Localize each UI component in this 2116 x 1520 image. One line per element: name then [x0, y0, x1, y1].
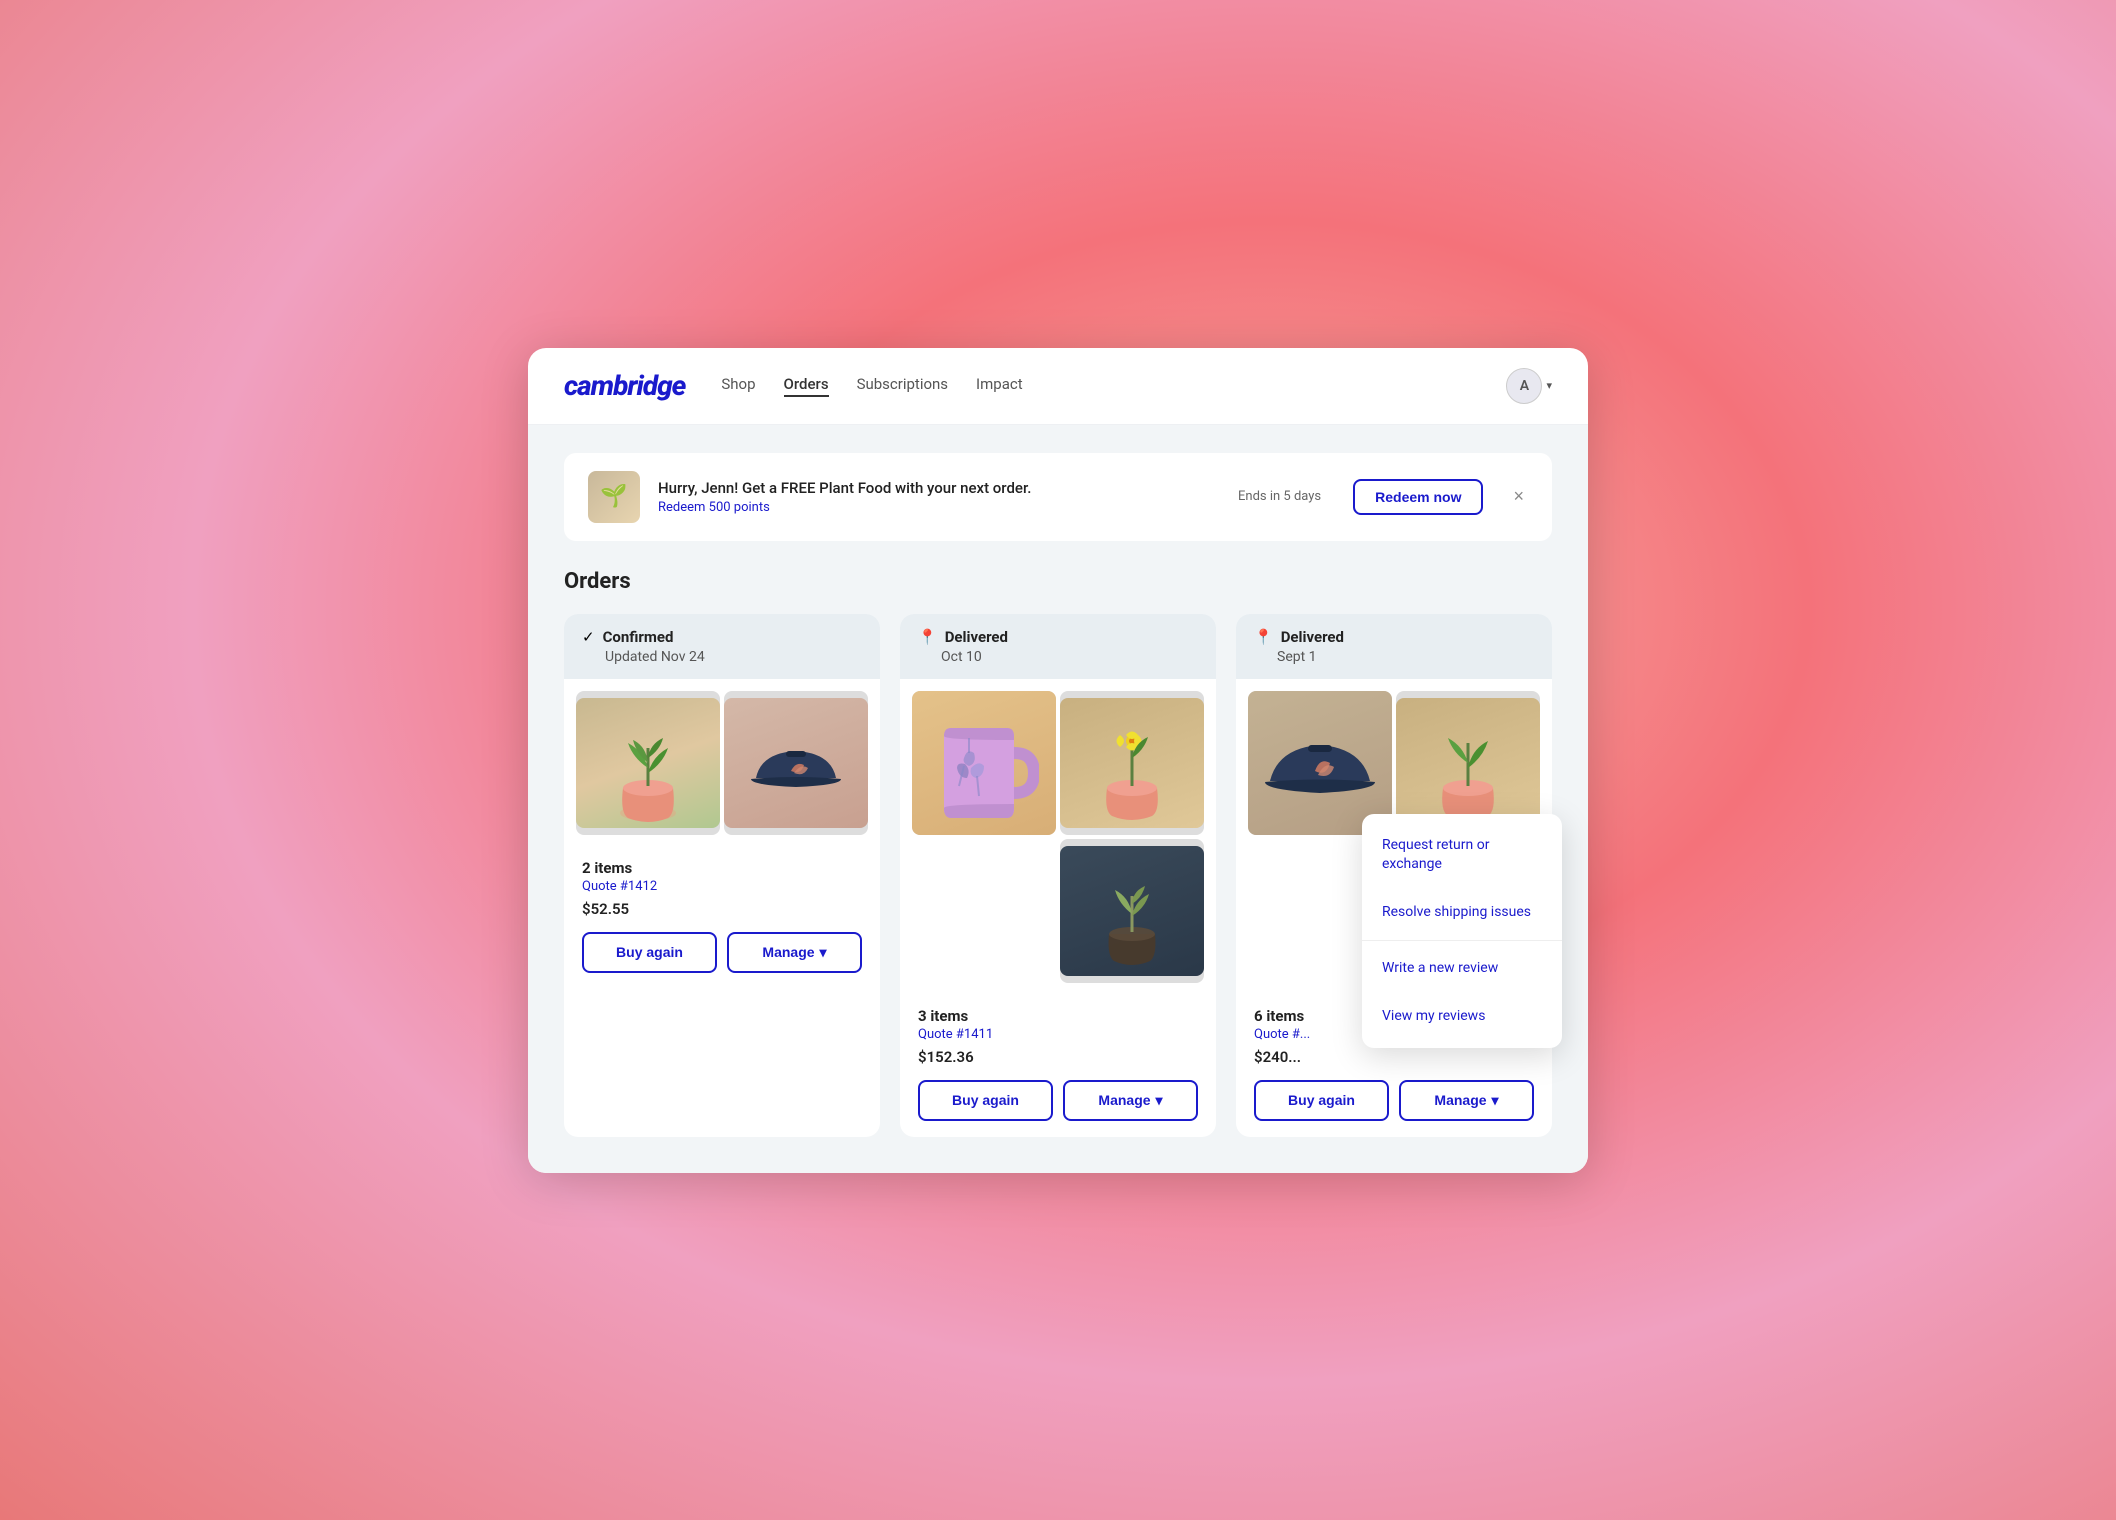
dropdown-item-view-reviews[interactable]: View my reviews: [1362, 993, 1562, 1041]
dropdown-item-write-review[interactable]: Write a new review: [1362, 945, 1562, 993]
status-date-3: Sept 1: [1277, 649, 1534, 665]
nav: Shop Orders Subscriptions Impact: [721, 375, 1498, 397]
confirmed-icon: ✓: [582, 628, 595, 646]
status-label-1: Confirmed: [603, 628, 674, 646]
product-image-plant-3: [1396, 691, 1540, 835]
banner-title: Hurry, Jenn! Get a FREE Plant Food with …: [658, 479, 1220, 497]
dropdown-item-shipping[interactable]: Resolve shipping issues: [1362, 889, 1562, 937]
card-actions-3: Buy again Manage ▾: [1254, 1080, 1534, 1121]
nav-subscriptions[interactable]: Subscriptions: [857, 375, 948, 397]
price-2: $152.36: [918, 1048, 1198, 1066]
manage-button-1[interactable]: Manage ▾: [727, 932, 862, 973]
chevron-down-icon-1: ▾: [820, 944, 827, 961]
status-date-1: Updated Nov 24: [605, 649, 862, 665]
card-footer-2: 3 items Quote #1411 $152.36 Buy again Ma…: [900, 995, 1216, 1137]
price-1: $52.55: [582, 900, 862, 918]
product-image-cap-1: [724, 691, 868, 835]
manage-dropdown: Request return or exchange Resolve shipp…: [1362, 814, 1562, 1049]
order-status-bar-2: 📍 Delivered Oct 10: [900, 614, 1216, 679]
status-date-2: Oct 10: [941, 649, 1198, 665]
order-card-1: ✓ Confirmed Updated Nov 24: [564, 614, 880, 1137]
card-actions-2: Buy again Manage ▾: [918, 1080, 1198, 1121]
avatar-area: A ▾: [1498, 368, 1552, 404]
main-content: 🌱 Hurry, Jenn! Get a FREE Plant Food wit…: [528, 425, 1588, 1173]
buy-again-button-2[interactable]: Buy again: [918, 1080, 1053, 1121]
items-count-2: 3 items: [918, 1007, 1198, 1025]
buy-again-button-1[interactable]: Buy again: [582, 932, 717, 973]
banner-text: Hurry, Jenn! Get a FREE Plant Food with …: [658, 479, 1220, 515]
manage-button-2[interactable]: Manage ▾: [1063, 1080, 1198, 1121]
banner-points-link[interactable]: Redeem 500 points: [658, 500, 1220, 515]
product-image-mug-2: [912, 691, 1056, 835]
product-image-plant-1: [576, 691, 720, 835]
product-images-2: [900, 679, 1216, 995]
chevron-down-icon-3: ▾: [1492, 1092, 1499, 1109]
price-3: $240...: [1254, 1048, 1534, 1066]
chevron-down-icon-2: ▾: [1156, 1092, 1163, 1109]
status-label-2: Delivered: [945, 628, 1008, 646]
banner-expiry: Ends in 5 days: [1238, 489, 1321, 504]
order-card-3: 📍 Delivered Sept 1: [1236, 614, 1552, 1137]
promo-banner: 🌱 Hurry, Jenn! Get a FREE Plant Food wit…: [564, 453, 1552, 541]
card-actions-1: Buy again Manage ▾: [582, 932, 862, 973]
delivered-icon-2: 📍: [918, 628, 937, 646]
app-window: cambridge Shop Orders Subscriptions Impa…: [528, 348, 1588, 1173]
product-image-cap-3: [1248, 691, 1392, 835]
dropdown-divider: [1362, 940, 1562, 941]
product-image-flower-2: [1060, 691, 1204, 835]
header: cambridge Shop Orders Subscriptions Impa…: [528, 348, 1588, 425]
buy-again-button-3[interactable]: Buy again: [1254, 1080, 1389, 1121]
logo: cambridge: [564, 369, 685, 402]
order-status-bar-1: ✓ Confirmed Updated Nov 24: [564, 614, 880, 679]
nav-shop[interactable]: Shop: [721, 375, 755, 397]
quote-num-1: Quote #1412: [582, 879, 862, 894]
manage-button-3[interactable]: Manage ▾: [1399, 1080, 1534, 1121]
card-footer-1: 2 items Quote #1412 $52.55 Buy again Man…: [564, 847, 880, 989]
items-count-1: 2 items: [582, 859, 862, 877]
delivered-icon-3: 📍: [1254, 628, 1273, 646]
order-card-2: 📍 Delivered Oct 10: [900, 614, 1216, 1137]
product-images-1: [564, 679, 880, 847]
order-status-bar-3: 📍 Delivered Sept 1: [1236, 614, 1552, 679]
orders-title: Orders: [564, 569, 1552, 594]
nav-orders[interactable]: Orders: [784, 375, 829, 397]
banner-product-image: 🌱: [588, 471, 640, 523]
redeem-button[interactable]: Redeem now: [1353, 479, 1483, 515]
dropdown-item-return[interactable]: Request return or exchange: [1362, 822, 1562, 889]
chevron-down-icon[interactable]: ▾: [1546, 379, 1552, 392]
orders-grid: ✓ Confirmed Updated Nov 24: [564, 614, 1552, 1137]
nav-impact[interactable]: Impact: [976, 375, 1023, 397]
status-label-3: Delivered: [1281, 628, 1344, 646]
close-banner-button[interactable]: ×: [1509, 482, 1528, 511]
quote-num-2: Quote #1411: [918, 1027, 1198, 1042]
product-image-plant-small-2: [1060, 839, 1204, 983]
avatar[interactable]: A: [1506, 368, 1542, 404]
